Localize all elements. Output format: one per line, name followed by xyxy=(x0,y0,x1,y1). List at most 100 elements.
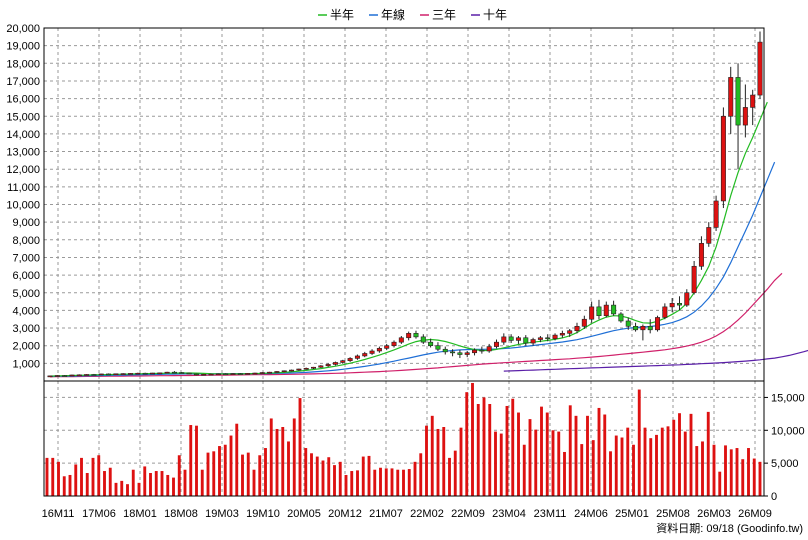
volume-bar xyxy=(396,469,400,496)
price-tick-label: 6,000 xyxy=(12,270,40,282)
volume-bar xyxy=(488,404,492,496)
price-tick-label: 9,000 xyxy=(12,217,40,229)
volume-bar xyxy=(333,465,336,496)
candle-body xyxy=(479,349,485,352)
volume-bar xyxy=(241,454,244,496)
volume-bar xyxy=(120,480,124,496)
date-tick-label: 25M01 xyxy=(615,508,649,520)
volume-bar xyxy=(729,449,733,496)
candle-body xyxy=(245,373,251,375)
candle-body xyxy=(164,371,170,374)
volume-bar xyxy=(436,428,440,496)
volume-bar xyxy=(298,398,302,496)
candle-body xyxy=(281,370,287,373)
volume-bar xyxy=(655,434,658,496)
volume-bar xyxy=(758,461,762,496)
candle-body xyxy=(515,337,521,341)
candle-body xyxy=(713,200,719,228)
volume-bar xyxy=(545,412,549,496)
volume-bar xyxy=(269,418,273,496)
volume-bar xyxy=(166,474,170,496)
volume-bar xyxy=(57,461,60,496)
volume-bar xyxy=(465,392,469,496)
volume-bar xyxy=(350,471,354,496)
volume-bar xyxy=(51,457,55,496)
candle-body xyxy=(179,372,185,374)
candle-body xyxy=(567,330,573,334)
volume-bar xyxy=(603,414,607,496)
volume-bar xyxy=(413,461,417,496)
price-tick-label: 1,000 xyxy=(12,358,40,370)
candle-body xyxy=(676,303,682,306)
volume-bar xyxy=(344,474,348,496)
candle-body xyxy=(698,243,704,267)
volume-bar xyxy=(471,382,474,496)
volume-bar xyxy=(154,471,158,496)
volume-bar xyxy=(85,473,89,496)
volume-bar xyxy=(367,455,371,496)
volume-bar xyxy=(212,451,216,496)
candle-body xyxy=(501,336,507,343)
volume-bar xyxy=(695,446,699,496)
volume-bar xyxy=(591,440,595,496)
candle-body xyxy=(91,374,97,376)
candle-body xyxy=(742,107,748,126)
candle-body xyxy=(552,334,558,339)
volume-bar xyxy=(706,411,710,496)
volume-bar xyxy=(724,445,727,496)
candle-body xyxy=(113,373,119,376)
volume-bar xyxy=(712,444,716,496)
candle-body xyxy=(428,341,434,347)
volume-tick-label: 10,000 xyxy=(771,425,805,437)
candle-body xyxy=(274,371,280,373)
volume-bar xyxy=(338,461,342,496)
volume-bar xyxy=(292,418,296,496)
volume-bar xyxy=(672,419,676,496)
volume-bar xyxy=(246,452,250,496)
candle-body xyxy=(128,373,134,375)
price-tick-label: 3,000 xyxy=(12,323,40,335)
volume-tick-label: 0 xyxy=(771,491,777,503)
candle-body xyxy=(706,227,712,244)
candle-body xyxy=(259,372,265,374)
candle-body xyxy=(435,345,441,350)
volume-bar xyxy=(200,469,204,496)
candle-body xyxy=(340,360,346,363)
volume-bar xyxy=(62,476,66,496)
candle-body xyxy=(47,375,53,378)
volume-tick-label: 15,000 xyxy=(771,392,805,404)
candle-body xyxy=(757,41,763,96)
candle-body xyxy=(633,325,639,331)
volume-bar xyxy=(137,482,141,496)
candle-body xyxy=(208,373,214,376)
candle-body xyxy=(493,341,499,347)
price-tick-label: 19,000 xyxy=(6,41,40,53)
volume-bar xyxy=(223,444,227,496)
volume-bar xyxy=(103,471,106,496)
date-tick-label: 22M09 xyxy=(451,508,485,520)
candle-body xyxy=(406,333,412,339)
candle-body xyxy=(84,374,90,376)
volume-bar xyxy=(74,464,78,496)
candle-body xyxy=(54,375,60,377)
date-tick-label: 18M01 xyxy=(123,508,157,520)
volume-bar xyxy=(258,455,262,496)
volume-bar xyxy=(747,448,750,496)
volume-bar xyxy=(390,468,394,496)
volume-bar xyxy=(402,469,405,496)
volume-bar xyxy=(689,413,693,496)
date-tick-label: 26M09 xyxy=(738,508,772,520)
volume-bar xyxy=(678,413,681,496)
volume-bar xyxy=(321,460,325,496)
volume-bar xyxy=(114,482,118,496)
candle-body xyxy=(450,351,456,354)
legend-label: 十年 xyxy=(483,8,507,22)
candle-body xyxy=(589,306,595,320)
volume-bar xyxy=(534,429,538,496)
volume-bar xyxy=(511,398,515,496)
date-tick-label: 18M08 xyxy=(164,508,198,520)
volume-bar xyxy=(275,428,279,496)
candle-body xyxy=(193,373,199,376)
volume-bar xyxy=(189,425,193,496)
price-tick-label: 7,000 xyxy=(12,252,40,264)
